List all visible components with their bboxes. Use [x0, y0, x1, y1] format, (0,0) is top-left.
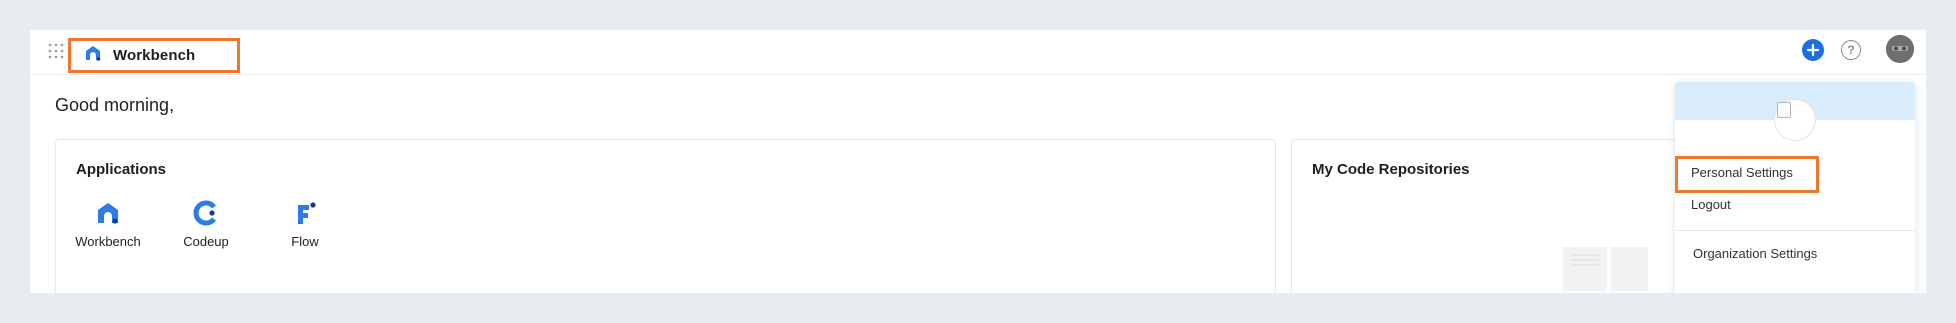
brand-title: Workbench	[113, 47, 196, 64]
menu-divider	[1675, 230, 1915, 231]
create-plus-icon[interactable]	[1802, 39, 1824, 61]
flow-icon	[260, 200, 350, 226]
user-avatar[interactable]	[1886, 35, 1914, 63]
brand-workbench-link[interactable]: Workbench	[68, 38, 240, 73]
app-tile-workbench[interactable]: Workbench	[63, 200, 153, 270]
workbench-icon	[63, 200, 153, 226]
app-label-workbench: Workbench	[75, 234, 141, 249]
user-dropdown-menu: Personal Settings Logout Organization Se…	[1675, 82, 1915, 293]
repositories-title: My Code Repositories	[1312, 161, 1470, 178]
greeting-text: Good morning,	[55, 95, 175, 115]
codeup-icon	[161, 200, 251, 226]
app-tile-codeup[interactable]: Codeup	[161, 200, 251, 270]
menu-item-logout[interactable]: Logout	[1675, 190, 1915, 218]
broken-image-icon	[1777, 102, 1791, 118]
app-label-codeup: Codeup	[183, 234, 229, 249]
help-icon[interactable]: ?	[1841, 40, 1861, 60]
top-navigation-bar: Workbench ?	[30, 30, 1926, 75]
highlight-box	[1675, 156, 1819, 193]
workbench-logo-icon	[83, 43, 103, 68]
empty-repositories-illustration	[1553, 247, 1655, 293]
applications-title: Applications	[76, 161, 167, 178]
menu-item-organization-settings[interactable]: Organization Settings	[1675, 239, 1915, 267]
menu-profile-avatar	[1775, 100, 1815, 140]
applications-card: Applications Workbench Codeup Flow	[55, 139, 1276, 293]
app-label-flow: Flow	[291, 234, 319, 249]
apps-grid-icon[interactable]	[47, 42, 65, 60]
app-tile-flow[interactable]: Flow	[260, 200, 350, 270]
workbench-app: Workbench ? Good morning, Applications W…	[30, 30, 1926, 293]
